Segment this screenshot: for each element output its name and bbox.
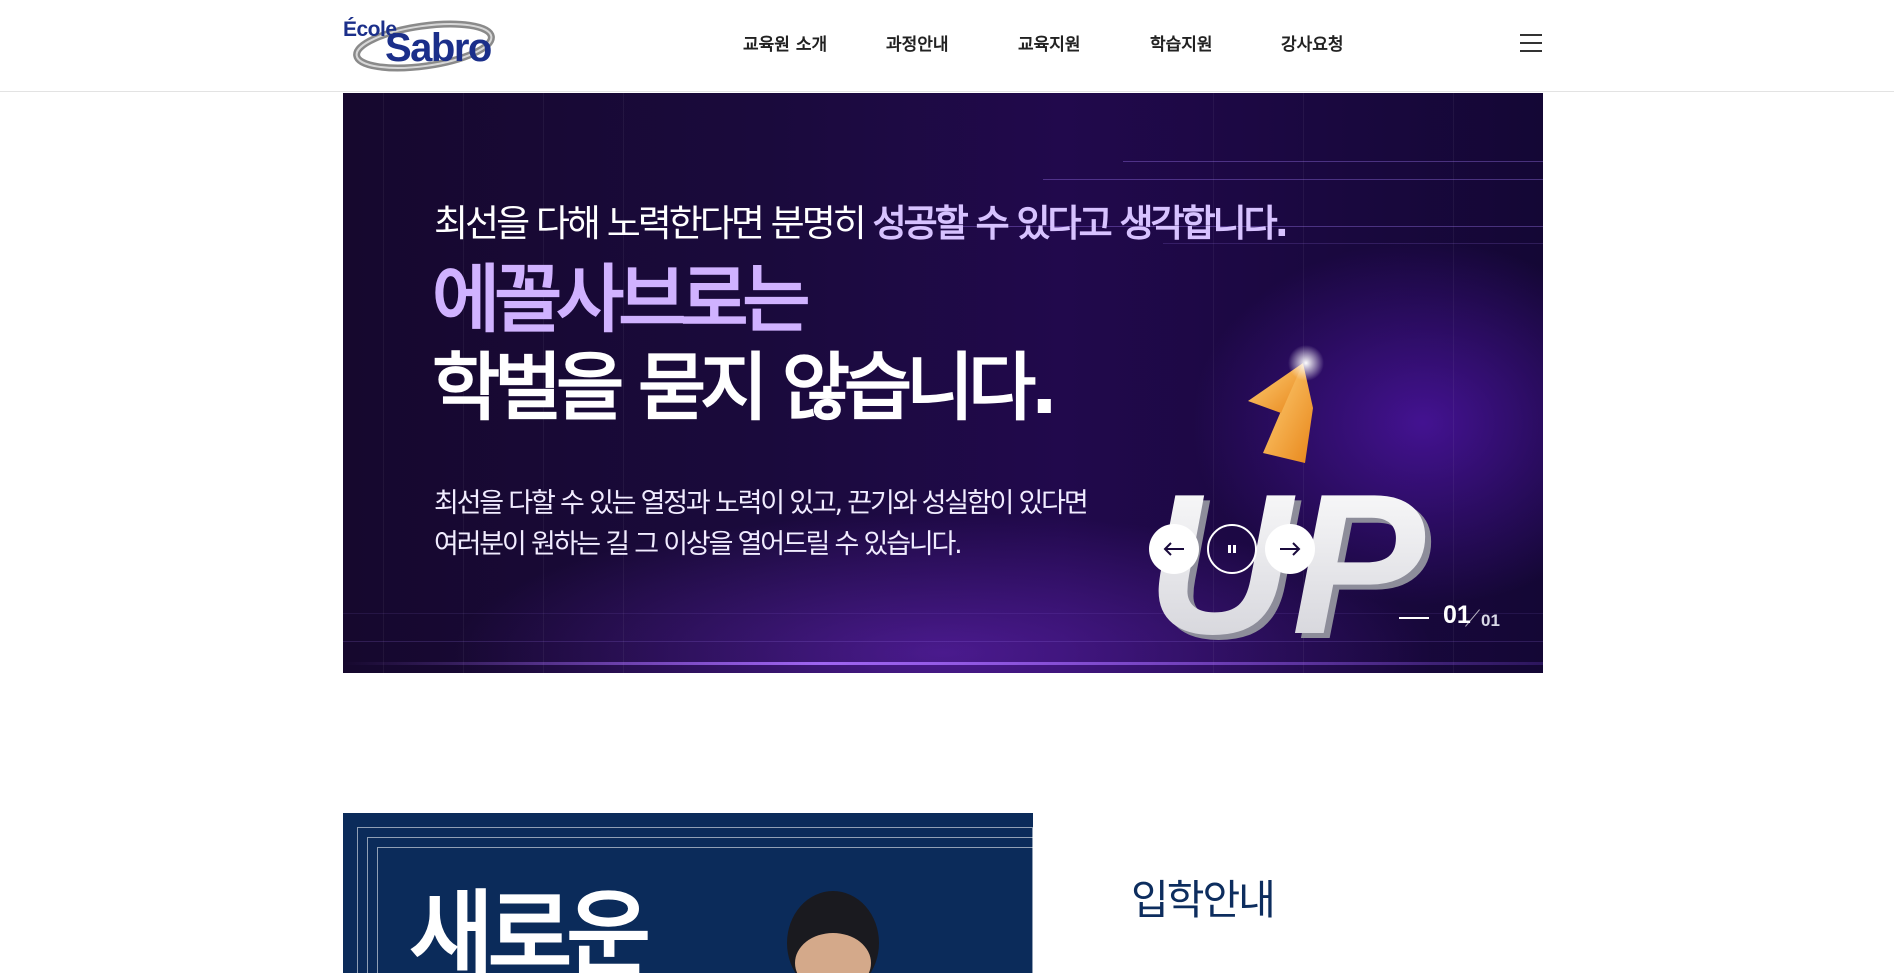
up-arrow-graphic: UP UP: [1147, 345, 1431, 663]
nav-item-about[interactable]: 교육원 소개: [743, 30, 827, 55]
promo-title: 새로운: [409, 881, 651, 973]
hero-description-line1: 최선을 다할 수 있는 열정과 노력이 있고, 끈기와 성실함이 있다면: [434, 488, 1089, 519]
pager-dash: [1399, 617, 1429, 619]
hero-description: 최선을 다할 수 있는 열정과 노력이 있고, 끈기와 성실함이 있다면 여러분…: [434, 483, 1089, 565]
promo-banner[interactable]: 새로운: [343, 813, 1033, 973]
hero-description-line2: 여러분이 원하는 길 그 이상을 열어드릴 수 있습니다.: [434, 529, 963, 560]
slider-pause-button[interactable]: [1207, 524, 1257, 574]
admission-title: 입학안내: [1131, 876, 1276, 924]
hero-subtitle-highlight: 성공할 수 있다고 생각합니다.: [872, 202, 1289, 245]
logo-sabro-text: Sabro: [385, 26, 492, 70]
hero-title-line1: 에꼴사브로는: [432, 257, 810, 343]
site-header: École Sabro 교육원 소개 과정안내 교육지원 학습지원 강사요청: [0, 0, 1894, 92]
hero-title-line2: 학벌을 묻지 않습니다.: [432, 345, 1058, 431]
hero-slider: 최선을 다해 노력한다면 분명히 성공할 수 있다고 생각합니다. 에꼴사브로는…: [343, 93, 1543, 673]
instructor-photo: [787, 891, 879, 973]
pause-icon: [1228, 545, 1236, 553]
arrow-left-icon: [1163, 542, 1184, 556]
nav-item-education-support[interactable]: 교육지원: [1018, 30, 1081, 55]
hero-subtitle: 최선을 다해 노력한다면 분명히 성공할 수 있다고 생각합니다.: [434, 193, 1289, 247]
pager-total: 01: [1481, 611, 1500, 630]
slider-prev-button[interactable]: [1149, 524, 1199, 574]
hamburger-icon[interactable]: [1520, 34, 1542, 54]
slider-next-button[interactable]: [1265, 524, 1315, 574]
hero-subtitle-plain: 최선을 다해 노력한다면 분명히: [434, 202, 873, 245]
nav-item-courses[interactable]: 과정안내: [886, 30, 949, 55]
nav-item-learning-support[interactable]: 학습지원: [1150, 30, 1213, 55]
logo[interactable]: École Sabro: [342, 16, 504, 74]
arrow-right-icon: [1280, 542, 1301, 556]
nav-item-instructor-request[interactable]: 강사요청: [1281, 30, 1344, 55]
